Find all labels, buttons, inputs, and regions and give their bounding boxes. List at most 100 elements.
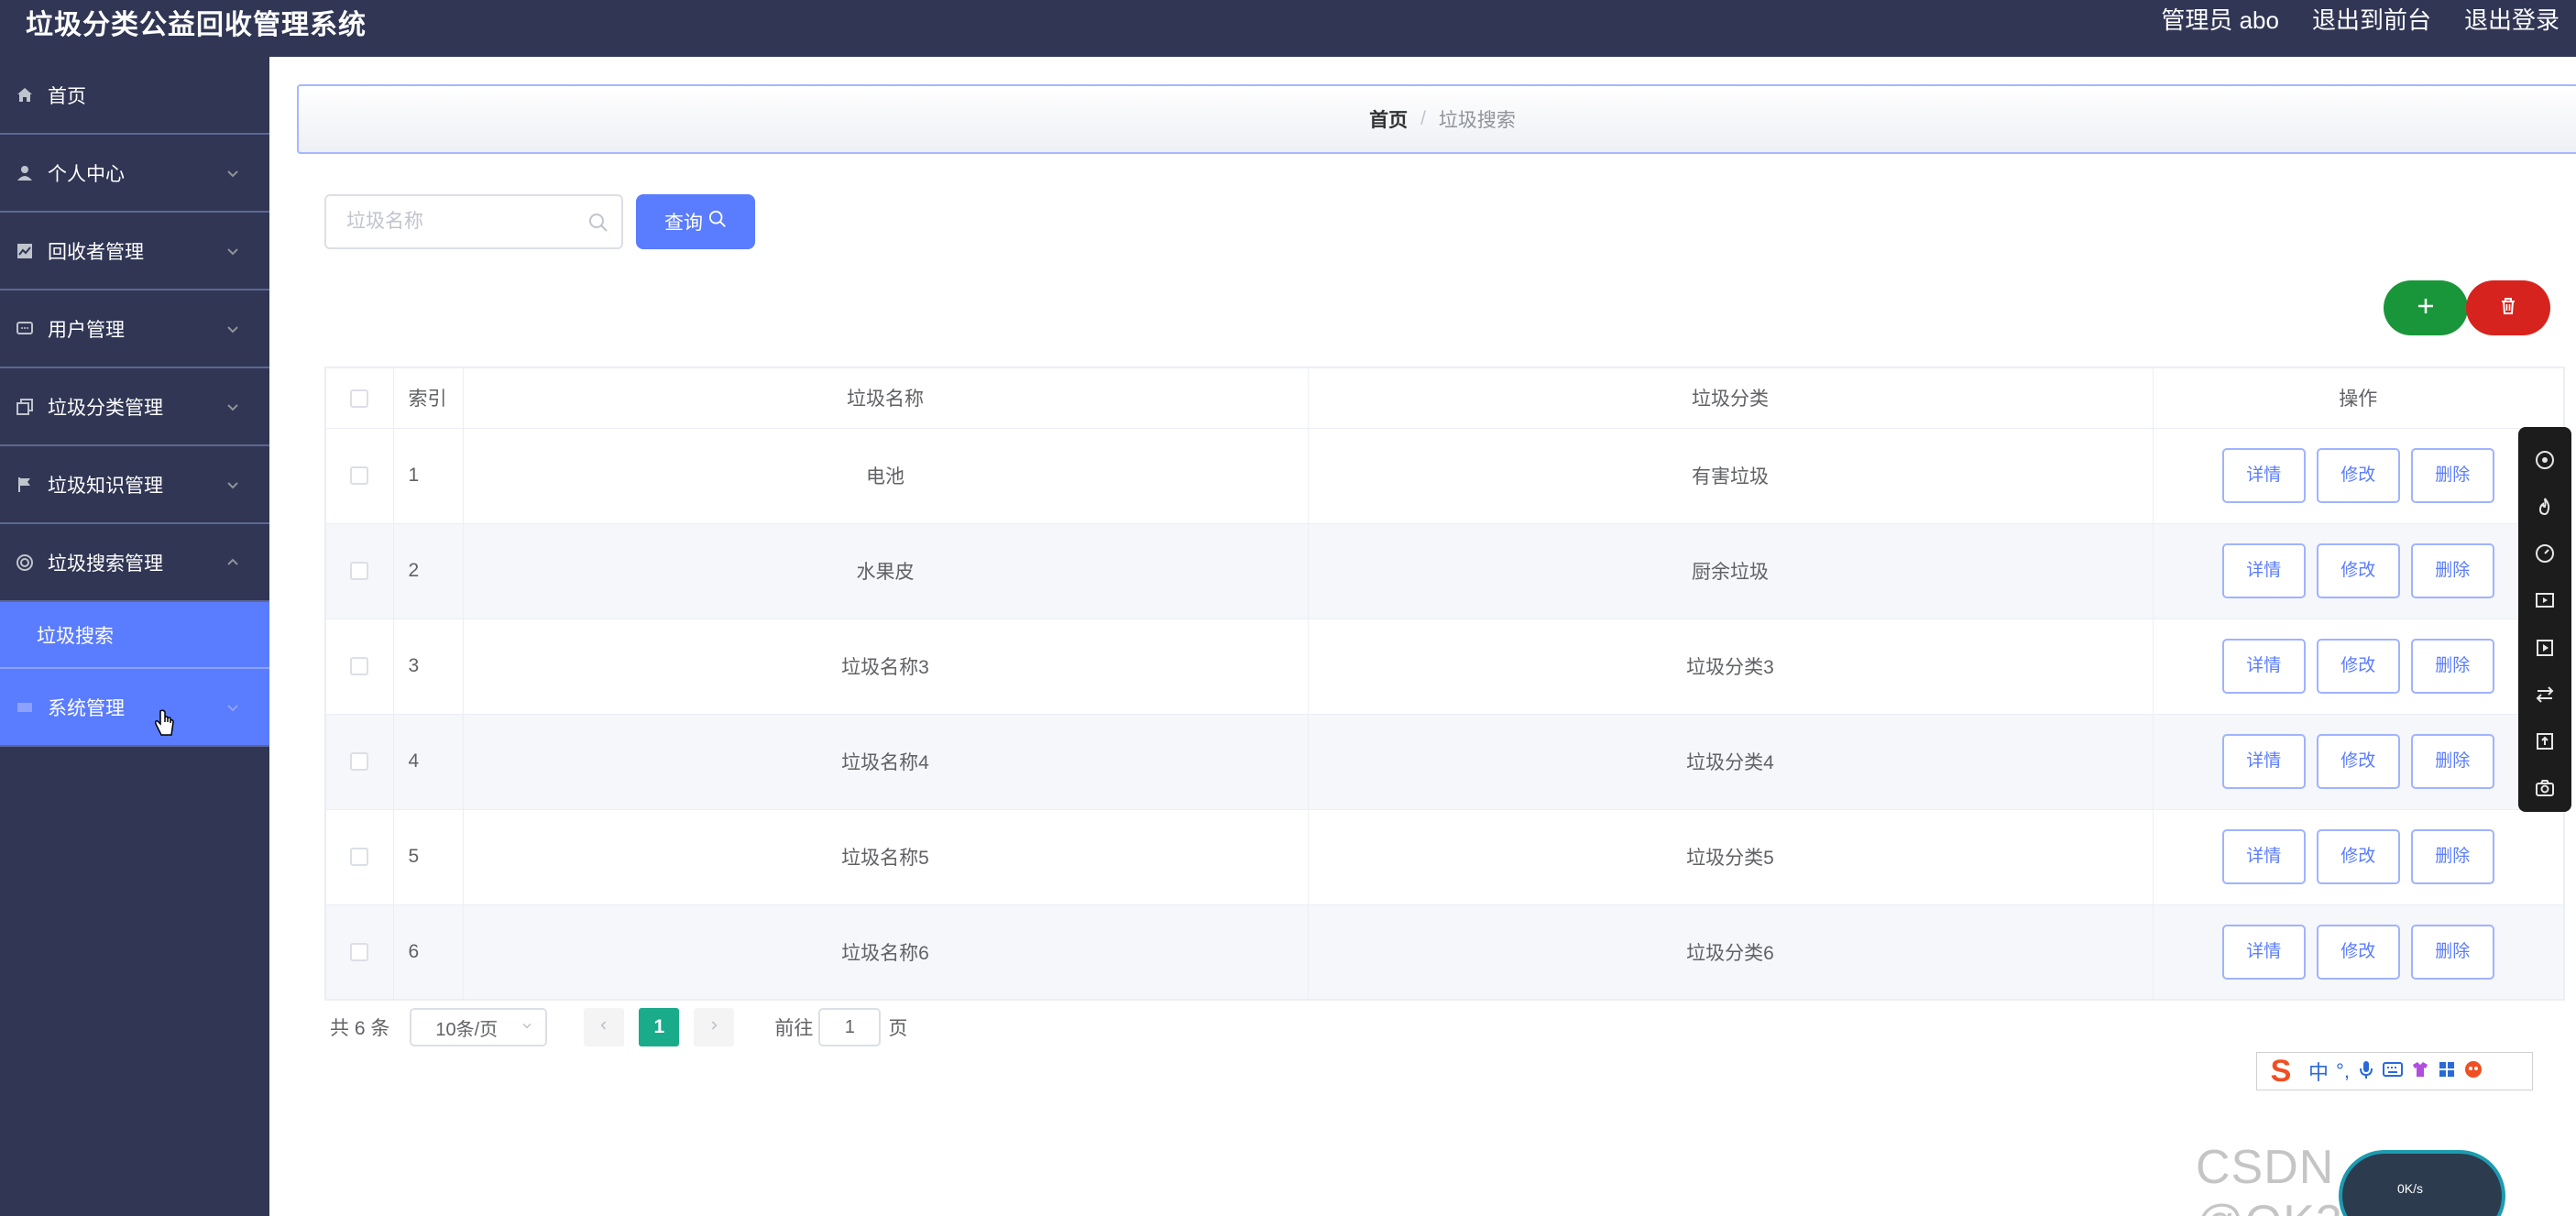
chevron-left-icon xyxy=(597,1016,611,1038)
ticket-icon xyxy=(15,697,35,718)
logout-link[interactable]: 退出登录 xyxy=(2464,2,2560,36)
record-icon[interactable] xyxy=(2531,446,2559,473)
sidebar-item-profile[interactable]: 个人中心 xyxy=(0,135,269,213)
page-size-select[interactable]: 10条/页 xyxy=(410,1008,548,1046)
grid-icon[interactable] xyxy=(2438,1060,2456,1083)
back-to-front-link[interactable]: 退出到前台 xyxy=(2312,2,2431,36)
sidebar-item-label: 垃圾搜索管理 xyxy=(48,553,163,575)
sidebar-item-home[interactable]: 首页 xyxy=(0,57,269,135)
detail-button[interactable]: 详情 xyxy=(2221,543,2306,598)
sidebar-item-users[interactable]: 用户管理 xyxy=(0,290,269,368)
main-content: 首页 / 垃圾搜索 查询 索引 垃圾名称 垃圾分类 操作 xyxy=(269,57,2576,1216)
query-button[interactable]: 查询 xyxy=(636,194,755,249)
batch-delete-button[interactable] xyxy=(2466,280,2550,335)
delete-button[interactable]: 删除 xyxy=(2410,543,2494,598)
page-number-current[interactable]: 1 xyxy=(639,1008,680,1046)
row-checkbox-cell xyxy=(324,808,394,905)
sidebar-item-label: 个人中心 xyxy=(48,163,125,185)
crop-icon[interactable] xyxy=(2531,729,2559,755)
delete-button[interactable]: 删除 xyxy=(2410,924,2494,980)
chevron-down-icon xyxy=(224,164,242,182)
delete-button[interactable]: 删除 xyxy=(2410,639,2494,694)
prev-page-button[interactable] xyxy=(584,1008,625,1046)
data-table: 索引 垃圾名称 垃圾分类 操作 1 电池 有害垃圾 详情 修改 删除 2 水果皮 厨… xyxy=(324,367,2565,1001)
next-page-button[interactable] xyxy=(694,1008,735,1046)
play-icon[interactable] xyxy=(2531,634,2559,661)
edit-button[interactable]: 修改 xyxy=(2316,639,2400,694)
camera-icon[interactable] xyxy=(2531,775,2559,802)
table-row: 2 水果皮 厨余垃圾 详情 修改 删除 xyxy=(324,522,2565,619)
cell-category: 垃圾分类6 xyxy=(1307,904,2154,1001)
ime-mode-toggle[interactable]: 中 xyxy=(2308,1057,2329,1086)
swap-icon[interactable] xyxy=(2531,681,2559,707)
sidebar-item-garbage-search[interactable]: 垃圾搜索管理 xyxy=(0,524,269,602)
search-input[interactable] xyxy=(326,196,565,247)
mascot-icon[interactable] xyxy=(2463,1059,2483,1084)
flame-icon[interactable] xyxy=(2531,493,2559,520)
detail-button[interactable]: 详情 xyxy=(2221,829,2306,884)
edit-button[interactable]: 修改 xyxy=(2316,448,2400,503)
microphone-icon[interactable] xyxy=(2357,1059,2375,1084)
row-checkbox[interactable] xyxy=(350,466,369,486)
user-icon xyxy=(15,163,35,183)
sidebar-item-garbage-knowledge[interactable]: 垃圾知识管理 xyxy=(0,446,269,524)
edit-button[interactable]: 修改 xyxy=(2316,924,2400,980)
row-checkbox[interactable] xyxy=(350,943,369,962)
row-checkbox-cell xyxy=(324,904,394,1001)
delete-button[interactable]: 删除 xyxy=(2410,829,2494,884)
gauge-icon[interactable] xyxy=(2531,541,2559,567)
detail-button[interactable]: 详情 xyxy=(2221,639,2306,694)
row-checkbox[interactable] xyxy=(350,848,369,867)
page-size-value: 10条/页 xyxy=(435,1019,499,1040)
detail-button[interactable]: 详情 xyxy=(2221,734,2306,789)
goto-suffix: 页 xyxy=(888,1018,908,1039)
chevron-down-icon xyxy=(224,698,242,717)
goto-page-input[interactable] xyxy=(818,1008,882,1046)
search-field xyxy=(324,194,623,249)
edit-button[interactable]: 修改 xyxy=(2316,829,2400,884)
select-all-checkbox[interactable] xyxy=(350,389,369,408)
delete-button[interactable]: 删除 xyxy=(2410,448,2494,503)
breadcrumb-home[interactable]: 首页 xyxy=(1369,105,1408,133)
header-checkbox-cell xyxy=(324,367,394,429)
row-checkbox[interactable] xyxy=(350,752,369,772)
app-title: 垃圾分类公益回收管理系统 xyxy=(26,10,367,40)
network-speed-widget: 0K/s xyxy=(2339,1150,2505,1216)
chevron-down-icon xyxy=(224,476,242,494)
edit-button[interactable]: 修改 xyxy=(2316,543,2400,598)
row-checkbox[interactable] xyxy=(350,657,369,676)
flag-icon xyxy=(15,475,35,495)
cell-name: 垃圾名称4 xyxy=(462,713,1309,810)
sidebar: 首页 个人中心 回收者管理 用户管理 垃圾分类管理 垃圾知识管理 垃圾搜索管理 … xyxy=(0,57,269,1216)
sogou-logo-icon[interactable]: S xyxy=(2261,1053,2301,1090)
top-header: 垃圾分类公益回收管理系统 管理员 abo 退出到前台 退出登录 xyxy=(0,0,2576,57)
cell-name: 垃圾名称6 xyxy=(462,904,1309,1001)
row-checkbox[interactable] xyxy=(350,562,369,581)
table-header-row: 索引 垃圾名称 垃圾分类 操作 xyxy=(324,367,2565,429)
plus-icon xyxy=(2416,296,2436,321)
delete-button[interactable]: 删除 xyxy=(2410,734,2494,789)
ime-punct-toggle[interactable]: °, xyxy=(2336,1059,2350,1083)
ime-toolbar: S 中 °, xyxy=(2256,1052,2533,1090)
table-row: 3 垃圾名称3 垃圾分类3 详情 修改 删除 xyxy=(324,618,2565,715)
keyboard-icon[interactable] xyxy=(2382,1060,2403,1083)
sidebar-item-system[interactable]: 系统管理 xyxy=(0,669,269,747)
chevron-down-icon xyxy=(520,1017,534,1038)
row-checkbox-cell xyxy=(324,713,394,810)
cell-category: 厨余垃圾 xyxy=(1307,522,2154,619)
lifebuoy-icon xyxy=(15,553,35,573)
chevron-right-icon xyxy=(707,1016,721,1038)
edit-button[interactable]: 修改 xyxy=(2316,734,2400,789)
video-icon[interactable] xyxy=(2531,587,2559,614)
chart-icon xyxy=(15,241,35,261)
skin-icon[interactable] xyxy=(2410,1060,2430,1083)
admin-label[interactable]: 管理员 abo xyxy=(2161,2,2279,36)
cell-actions: 详情 修改 删除 xyxy=(2152,904,2565,1001)
sidebar-subitem-garbage-search[interactable]: 垃圾搜索 xyxy=(0,602,269,669)
sidebar-item-garbage-category[interactable]: 垃圾分类管理 xyxy=(0,368,269,446)
detail-button[interactable]: 详情 xyxy=(2221,448,2306,503)
add-button[interactable] xyxy=(2384,280,2468,335)
detail-button[interactable]: 详情 xyxy=(2221,924,2306,980)
sidebar-item-recyclers[interactable]: 回收者管理 xyxy=(0,213,269,290)
chevron-down-icon xyxy=(224,398,242,416)
